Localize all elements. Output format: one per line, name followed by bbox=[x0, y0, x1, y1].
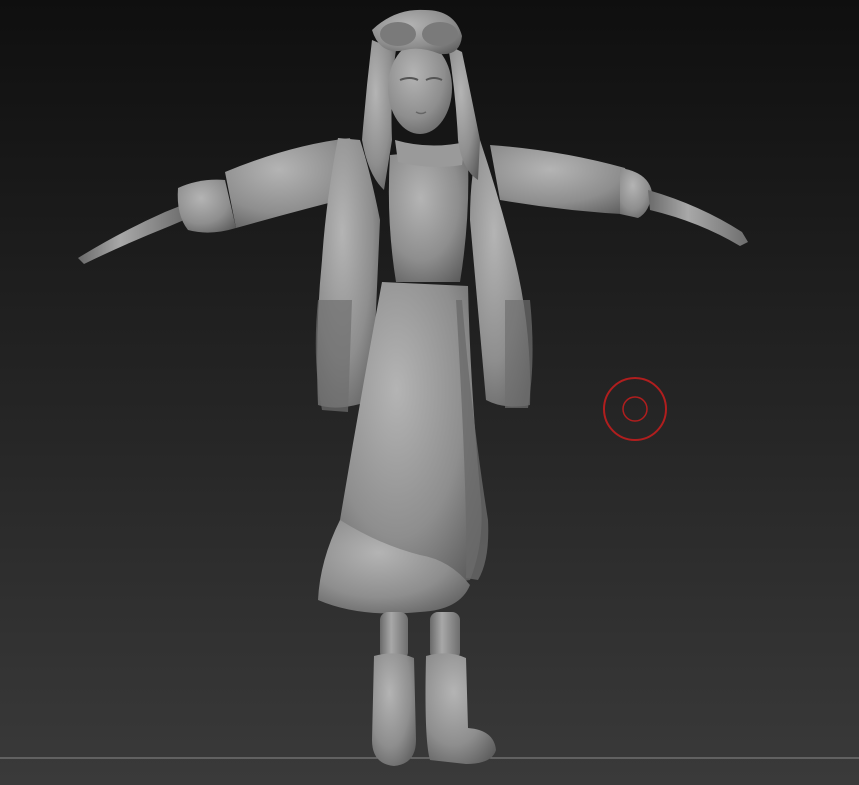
sculpt-viewport[interactable] bbox=[0, 0, 859, 785]
torso bbox=[388, 153, 469, 282]
head bbox=[388, 42, 452, 134]
